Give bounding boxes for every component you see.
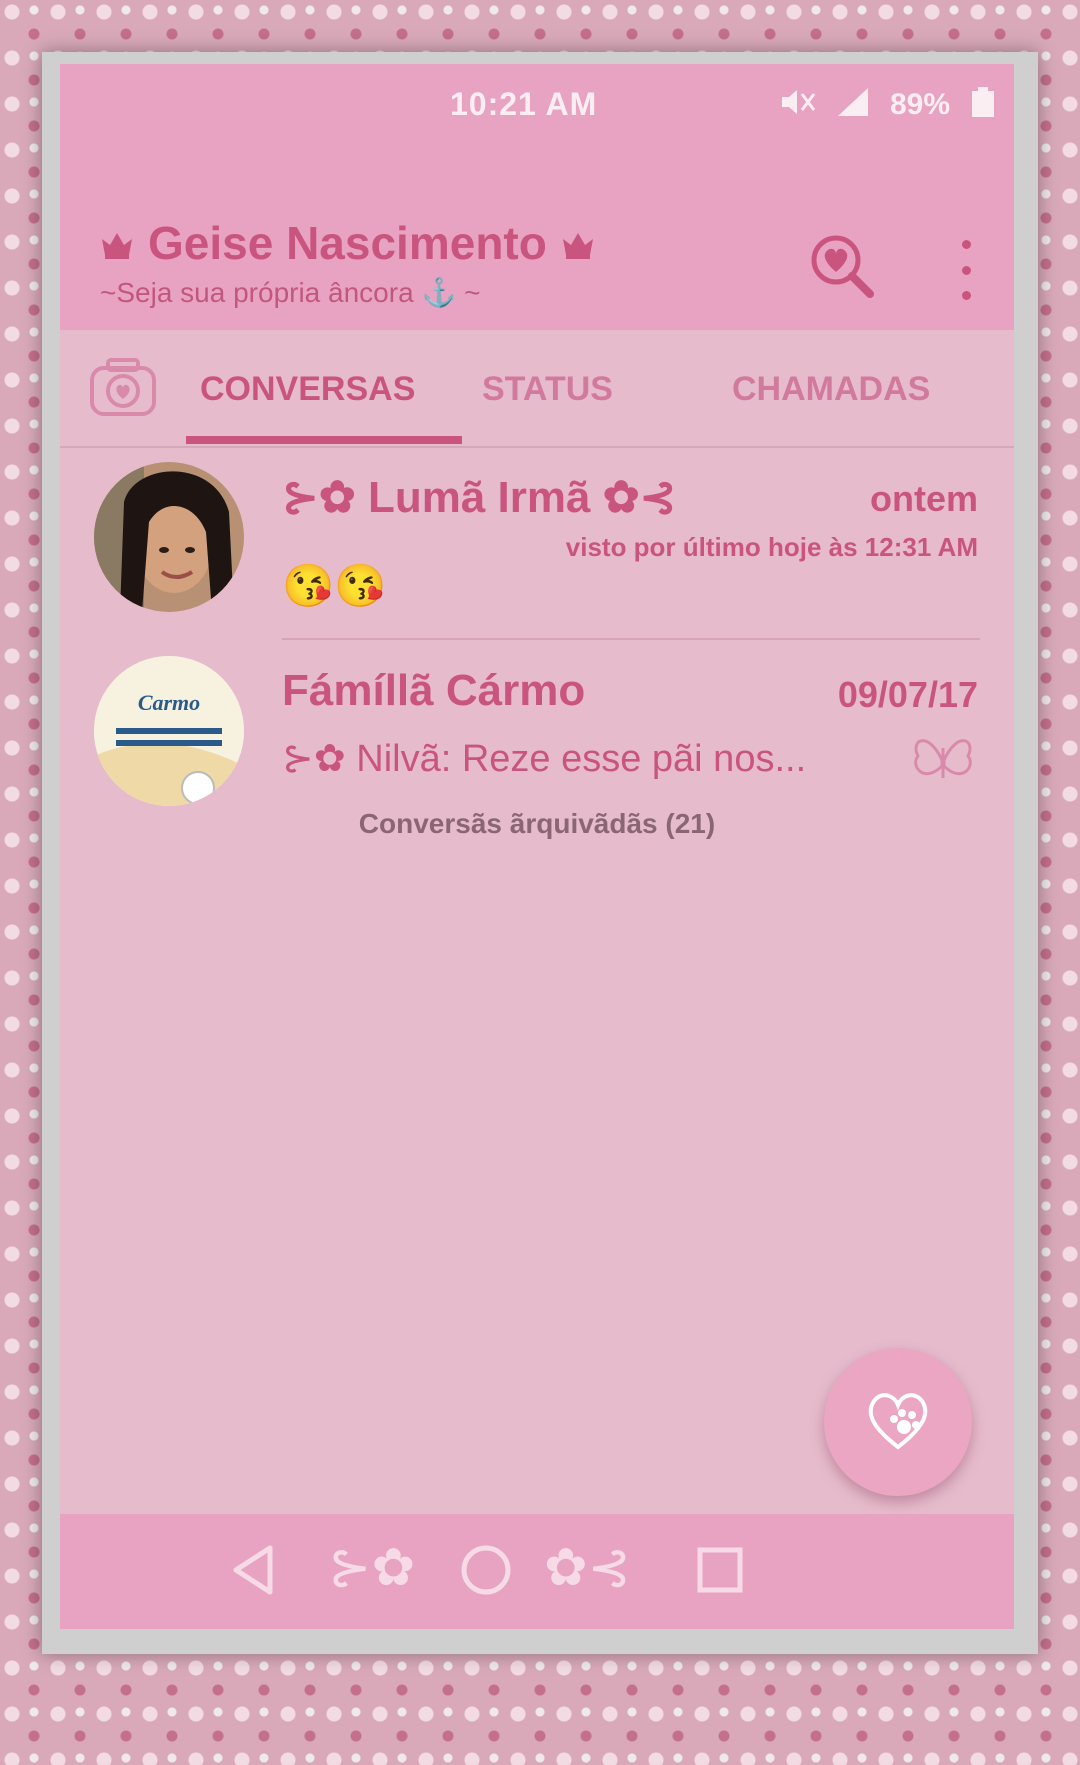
app-header: Geise Nascimento ~Seja sua própria âncor… bbox=[60, 144, 1014, 330]
status-time: 10:21 AM bbox=[450, 86, 598, 122]
recents-icon[interactable] bbox=[694, 1542, 746, 1603]
camera-icon[interactable] bbox=[88, 354, 158, 418]
subtitle-suffix: ~ bbox=[464, 277, 481, 308]
new-chat-button[interactable] bbox=[824, 1348, 972, 1496]
tab-status[interactable]: STATUS bbox=[482, 370, 613, 409]
divider bbox=[282, 638, 980, 640]
chat-preview: ⊱✿ Nilvã: Reze esse pãi nos... bbox=[282, 736, 806, 781]
butterfly-icon bbox=[908, 726, 978, 795]
tab-conversas[interactable]: CONVERSAS bbox=[200, 370, 415, 409]
chat-preview-text: Nilvã: Reze esse pãi nos... bbox=[356, 738, 807, 780]
signal-icon bbox=[836, 86, 870, 123]
avatar[interactable]: Carmo bbox=[94, 656, 244, 806]
header-subtitle: ~Seja sua própria âncora ⚓ ~ bbox=[100, 276, 480, 309]
status-bar: 10:21 AM 89% bbox=[60, 64, 1014, 144]
contact-title: Geise Nascimento bbox=[148, 217, 547, 269]
crown-icon bbox=[100, 216, 134, 270]
chat-date: ontem bbox=[870, 478, 978, 520]
tab-indicator bbox=[186, 436, 462, 444]
battery-icon bbox=[970, 87, 996, 122]
chat-list-item[interactable]: ⊱✿ Lumã Irmã ✿⊰ ontem visto por último h… bbox=[60, 462, 1014, 652]
flower-icon: ⊱✿ bbox=[282, 473, 356, 522]
flower-icon: ✿⊰ bbox=[602, 473, 677, 522]
back-icon[interactable] bbox=[228, 1542, 278, 1603]
tab-bar: CONVERSAS STATUS CHAMADAS bbox=[60, 330, 1014, 448]
navigation-bar: ⊱✿ ✿⊰ bbox=[60, 1514, 1014, 1629]
battery-percent: 89% bbox=[889, 87, 950, 121]
archived-chats-link[interactable]: Conversãs ãrquivãdãs (21) bbox=[60, 808, 1014, 840]
heart-search-icon[interactable] bbox=[808, 232, 878, 302]
heart-paw-icon bbox=[862, 1387, 934, 1458]
tab-chamadas[interactable]: CHAMADAS bbox=[732, 370, 930, 409]
crown-icon bbox=[561, 216, 595, 270]
chat-date-text: ontem bbox=[870, 478, 978, 519]
chat-name: Fámíllã Cármo bbox=[282, 666, 586, 715]
flower-icon: ⊱✿ bbox=[328, 1539, 416, 1597]
anchor-icon: ⚓ bbox=[421, 277, 457, 308]
home-icon[interactable] bbox=[458, 1542, 514, 1603]
avatar[interactable] bbox=[94, 462, 244, 612]
chat-name-text: Lumã Irmã bbox=[367, 473, 591, 522]
mute-icon bbox=[780, 86, 816, 123]
subtitle-text: ~Seja sua própria âncora bbox=[100, 277, 414, 308]
page-title: Geise Nascimento bbox=[100, 216, 595, 270]
chat-name: ⊱✿ Lumã Irmã ✿⊰ bbox=[282, 472, 676, 523]
more-vert-icon[interactable] bbox=[952, 240, 980, 300]
avatar-label: Carmo bbox=[137, 690, 201, 715]
last-seen-text: visto por último hoje às 12:31 AM bbox=[565, 532, 978, 562]
chat-date: 09/07/17 bbox=[837, 674, 978, 715]
flower-icon: ⊱✿ bbox=[282, 738, 346, 780]
chat-preview: 😘😘 bbox=[282, 562, 387, 609]
flower-icon: ✿⊰ bbox=[544, 1539, 632, 1597]
app-screen: 10:21 AM 89% Geise Nascimento ~Seja sua … bbox=[60, 64, 1014, 1629]
